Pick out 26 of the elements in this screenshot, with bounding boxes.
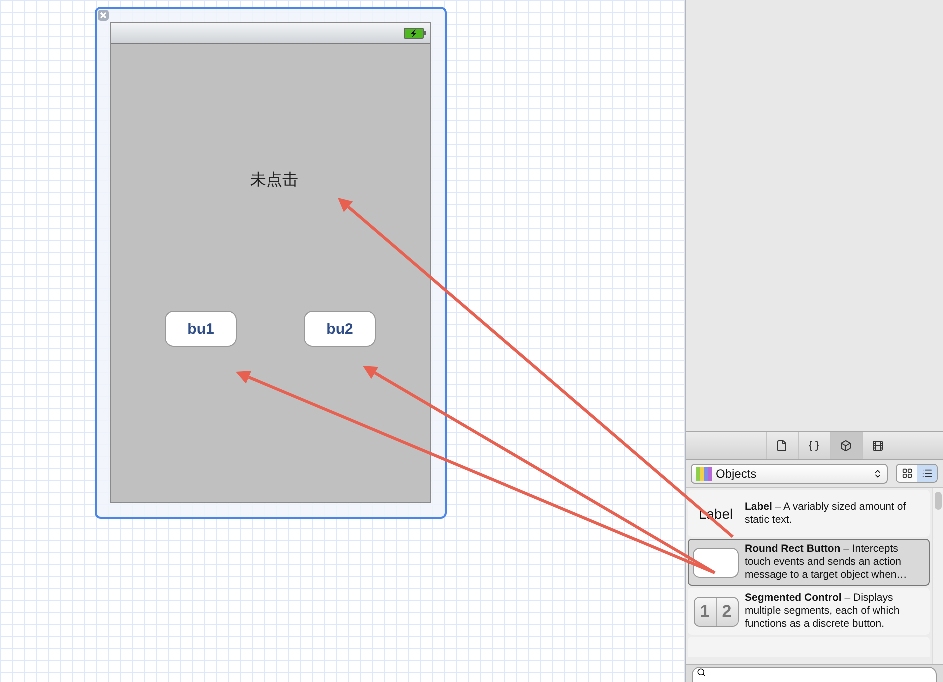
- battery-icon: [404, 28, 426, 38]
- status-label: 未点击: [250, 170, 298, 191]
- list-view-button[interactable]: [917, 465, 937, 482]
- item-description: Segmented Control – Displays multiple segments, each of which functions as a discrete button.: [745, 592, 901, 631]
- document-icon: [776, 440, 788, 452]
- item-description: Round Rect Button – Intercepts touch events and sends an action message to a target object when…: [745, 543, 908, 582]
- round-rect-button-preview: [693, 548, 739, 578]
- braces-icon: [808, 440, 820, 452]
- cube-icon: [840, 440, 852, 452]
- search-field[interactable]: [692, 667, 937, 682]
- books-icon: [696, 466, 712, 480]
- segmented-control-preview: 1 2: [694, 596, 738, 626]
- round-rect-button[interactable]: bu1: [165, 311, 237, 347]
- round-rect-button[interactable]: bu2: [304, 311, 376, 347]
- scroll-thumb[interactable]: [934, 492, 942, 510]
- library-picker[interactable]: Objects: [691, 464, 888, 484]
- library-item[interactable]: Round Rect Button – Intercepts touch events and sends an action message to a target object when…: [688, 539, 930, 586]
- item-description: Label – A variably sized amount of static text.: [745, 500, 908, 526]
- library-item[interactable]: 1 2 Segmented Control – Displays multiple segments, each of which functions as a discrete button.: [688, 588, 930, 635]
- grid-icon: [902, 468, 912, 479]
- film-icon: [872, 440, 884, 452]
- cube-tab[interactable]: [830, 432, 862, 459]
- view-controller-frame[interactable]: 未点击 bu1 bu2: [95, 7, 447, 519]
- stepper-icon: [873, 468, 883, 478]
- search-icon: [697, 668, 706, 677]
- grid-view-button[interactable]: [897, 465, 917, 482]
